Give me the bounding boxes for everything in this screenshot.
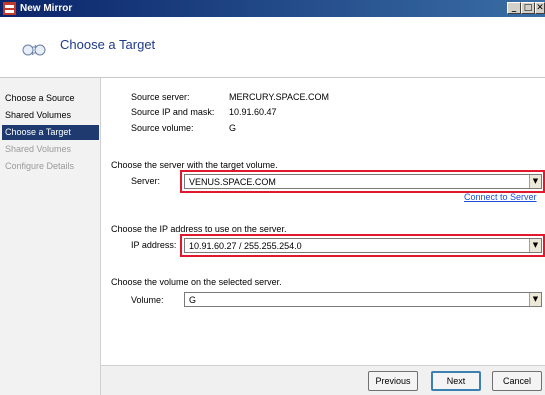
mirror-target-icon <box>22 44 46 56</box>
volume-select[interactable]: G ▼ <box>184 292 542 307</box>
maximize-button[interactable]: □ <box>521 2 535 14</box>
wizard-steps-sidebar: Choose a Source Shared Volumes Choose a … <box>0 78 101 395</box>
source-ip-label: Source IP and mask: <box>131 107 215 117</box>
title-bar: New Mirror _ □ ✕ <box>0 0 545 17</box>
ip-prompt: Choose the IP address to use on the serv… <box>111 224 287 234</box>
source-server-label: Source server: <box>131 92 190 102</box>
cancel-button[interactable]: Cancel <box>492 371 542 391</box>
ip-label: IP address: <box>131 240 177 250</box>
connect-to-server-link[interactable]: Connect to Server <box>464 192 537 202</box>
page-title: Choose a Target <box>60 37 156 52</box>
step-shared-volumes[interactable]: Shared Volumes <box>2 108 99 123</box>
source-volume-value: G <box>229 123 237 133</box>
step-choose-source[interactable]: Choose a Source <box>2 91 99 106</box>
volume-prompt: Choose the volume on the selected server… <box>111 277 282 287</box>
source-ip-value: 10.91.60.47 <box>229 107 277 117</box>
server-highlight-box <box>180 170 545 193</box>
volume-label: Volume: <box>131 295 164 305</box>
next-button[interactable]: Next <box>431 371 481 391</box>
window-title: New Mirror <box>20 3 73 14</box>
ip-highlight-box <box>180 234 545 257</box>
app-icon <box>3 2 16 15</box>
step-choose-target[interactable]: Choose a Target <box>2 125 99 140</box>
close-button[interactable]: ✕ <box>535 2 545 14</box>
minimize-button[interactable]: _ <box>507 2 521 14</box>
wizard-content: Source server: MERCURY.SPACE.COM Source … <box>101 78 545 365</box>
wizard-footer: Previous Next Cancel <box>101 365 545 395</box>
server-prompt: Choose the server with the target volume… <box>111 160 278 170</box>
step-shared-volumes-target: Shared Volumes <box>5 144 72 154</box>
wizard-header: Choose a Target <box>0 17 545 78</box>
source-volume-label: Source volume: <box>131 123 194 133</box>
source-server-value: MERCURY.SPACE.COM <box>229 92 330 102</box>
chevron-down-icon[interactable]: ▼ <box>529 293 541 306</box>
step-configure-details: Configure Details <box>5 161 75 171</box>
previous-button[interactable]: Previous <box>368 371 418 391</box>
volume-select-value: G <box>189 295 197 305</box>
server-label: Server: <box>131 176 161 186</box>
